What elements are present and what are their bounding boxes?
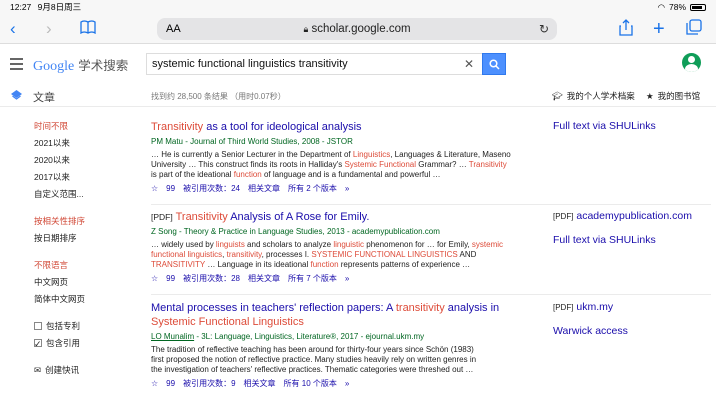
more-icon[interactable]: » bbox=[345, 274, 349, 283]
citations-checkbox[interactable] bbox=[34, 336, 42, 353]
result-actions: ☆ 99 被引用次数：9 相关文章 所有 10 个版本 » bbox=[151, 378, 511, 389]
more-icon[interactable]: » bbox=[345, 379, 349, 388]
related-articles-link[interactable]: 相关文章 bbox=[248, 273, 280, 284]
fulltext-link[interactable]: [PDF] ukm.my bbox=[553, 301, 613, 313]
versions-link[interactable]: 所有 10 个版本 bbox=[284, 378, 337, 389]
browser-toolbar: ‹ › AA 🔒︎ scholar.google.com ↻ + bbox=[0, 14, 716, 44]
filter-since-2020[interactable]: 2020以来 bbox=[34, 152, 144, 169]
fulltext-link[interactable]: [PDF] academypublication.com bbox=[553, 210, 692, 222]
filter-sidebar: 时间不限 2021以来 2020以来 2017以来 自定义范围... 按相关性排… bbox=[34, 118, 144, 379]
versions-link[interactable]: 所有 7 个版本 bbox=[288, 273, 337, 284]
cited-by-link[interactable]: 被引用次数：24 bbox=[183, 183, 240, 194]
result-snippet: … He is currently a Senior Lecturer in t… bbox=[151, 150, 511, 179]
result-meta: LO Munalim - 3L: Language, Linguistics, … bbox=[151, 332, 425, 341]
clear-icon[interactable]: ✕ bbox=[464, 57, 474, 71]
result-item: [PDF] Transitivity Analysis of A Rose fo… bbox=[151, 210, 511, 284]
lock-icon: 🔒︎ bbox=[303, 24, 309, 34]
graduation-cap-icon: 🎓︎ bbox=[552, 90, 563, 101]
envelope-icon: ✉︎ bbox=[34, 365, 42, 375]
include-patents[interactable]: 包括专利 bbox=[34, 318, 144, 335]
cite-icon[interactable]: 99 bbox=[166, 274, 175, 283]
sort-relevance[interactable]: 按相关性排序 bbox=[34, 213, 144, 230]
create-alert[interactable]: ✉︎ 创建快讯 bbox=[34, 362, 144, 379]
result-title[interactable]: Transitivity as a tool for ideological a… bbox=[151, 120, 511, 134]
filter-lang-any[interactable]: 不限语言 bbox=[34, 257, 144, 274]
new-tab-icon[interactable]: + bbox=[653, 19, 665, 39]
result-actions: ☆ 99 被引用次数：24 相关文章 所有 2 个版本 » bbox=[151, 183, 511, 194]
filter-since-2021[interactable]: 2021以来 bbox=[34, 135, 144, 152]
filter-time-any[interactable]: 时间不限 bbox=[34, 118, 144, 135]
star-icon: ★ bbox=[646, 90, 654, 101]
fulltext-link[interactable]: Full text via SHULinks bbox=[553, 234, 656, 246]
battery-icon bbox=[690, 3, 706, 11]
result-item: Transitivity as a tool for ideological a… bbox=[151, 120, 511, 194]
search-icon bbox=[488, 58, 500, 70]
menu-icon[interactable] bbox=[10, 58, 23, 73]
status-bar: 12:27 9月8日周三 ◠ 78% bbox=[0, 0, 716, 14]
result-divider bbox=[151, 294, 711, 295]
search-button[interactable] bbox=[482, 53, 506, 75]
articles-label[interactable]: 文章 bbox=[33, 89, 55, 105]
result-divider bbox=[151, 204, 711, 205]
fulltext-link[interactable]: Warwick access bbox=[553, 325, 628, 337]
logo-suffix: 学术搜索 bbox=[78, 58, 129, 73]
include-citations[interactable]: 包含引用 bbox=[34, 335, 144, 353]
articles-icon bbox=[11, 90, 22, 100]
results-count: 找到约 28,500 条结果 （用时0.07秒） bbox=[151, 92, 286, 101]
result-item: Mental processes in teachers' reflection… bbox=[151, 301, 511, 389]
fulltext-link[interactable]: Full text via SHULinks bbox=[553, 120, 656, 132]
back-icon[interactable]: ‹ bbox=[10, 19, 16, 39]
logo-google: Google bbox=[33, 59, 75, 74]
status-time: 12:27 bbox=[10, 2, 32, 12]
patents-checkbox[interactable] bbox=[34, 322, 42, 330]
my-profile-link[interactable]: 🎓︎ 我的个人学术档案 bbox=[552, 90, 635, 102]
sort-date[interactable]: 按日期排序 bbox=[34, 230, 144, 247]
related-articles-link[interactable]: 相关文章 bbox=[248, 183, 280, 194]
my-library-link[interactable]: ★ 我的图书馆 bbox=[646, 90, 700, 102]
cite-icon[interactable]: 99 bbox=[166, 379, 175, 388]
filter-custom-range[interactable]: 自定义范围... bbox=[34, 186, 144, 203]
share-icon[interactable] bbox=[619, 19, 633, 41]
result-snippet: The tradition of reflective teaching has… bbox=[151, 345, 477, 374]
result-title[interactable]: [PDF] Transitivity Analysis of A Rose fo… bbox=[151, 210, 511, 224]
reader-aa-button[interactable]: AA bbox=[166, 23, 181, 35]
versions-link[interactable]: 所有 2 个版本 bbox=[288, 183, 337, 194]
avatar[interactable] bbox=[682, 53, 701, 72]
wifi-icon: ◠ bbox=[657, 1, 665, 12]
reload-icon[interactable]: ↻ bbox=[539, 22, 549, 36]
info-row: 文章 找到约 28,500 条结果 （用时0.07秒） 🎓︎ 我的个人学术档案 … bbox=[0, 85, 716, 107]
filter-since-2017[interactable]: 2017以来 bbox=[34, 169, 144, 186]
status-date: 9月8日周三 bbox=[37, 2, 82, 12]
result-actions: ☆ 99 被引用次数：28 相关文章 所有 7 个版本 » bbox=[151, 273, 511, 284]
filter-lang-simplified[interactable]: 简体中文网页 bbox=[34, 291, 144, 308]
scholar-logo[interactable]: Google 学术搜索 bbox=[33, 55, 128, 75]
search-query: systemic functional linguistics transiti… bbox=[152, 58, 348, 70]
result-title[interactable]: Mental processes in teachers' reflection… bbox=[151, 301, 511, 329]
tabs-icon[interactable] bbox=[686, 19, 702, 40]
cited-by-link[interactable]: 被引用次数：9 bbox=[183, 378, 235, 389]
url-bar[interactable]: AA 🔒︎ scholar.google.com ↻ bbox=[157, 18, 557, 40]
search-input[interactable]: systemic functional linguistics transiti… bbox=[146, 53, 482, 75]
result-meta: PM Matu - Journal of Third World Studies… bbox=[151, 137, 353, 146]
url-text: scholar.google.com bbox=[311, 23, 411, 35]
save-star-icon[interactable]: ☆ bbox=[151, 274, 158, 283]
save-star-icon[interactable]: ☆ bbox=[151, 379, 158, 388]
save-star-icon[interactable]: ☆ bbox=[151, 184, 158, 193]
cite-icon[interactable]: 99 bbox=[166, 184, 175, 193]
filter-lang-chinese[interactable]: 中文网页 bbox=[34, 274, 144, 291]
battery-percent: 78% bbox=[668, 2, 686, 12]
book-icon[interactable] bbox=[80, 19, 96, 39]
forward-icon[interactable]: › bbox=[46, 19, 52, 39]
cited-by-link[interactable]: 被引用次数：28 bbox=[183, 273, 240, 284]
result-meta: Z Song - Theory & Practice in Language S… bbox=[151, 227, 440, 236]
more-icon[interactable]: » bbox=[345, 184, 349, 193]
result-snippet: … widely used by linguists and scholars … bbox=[151, 240, 504, 269]
related-articles-link[interactable]: 相关文章 bbox=[244, 378, 276, 389]
